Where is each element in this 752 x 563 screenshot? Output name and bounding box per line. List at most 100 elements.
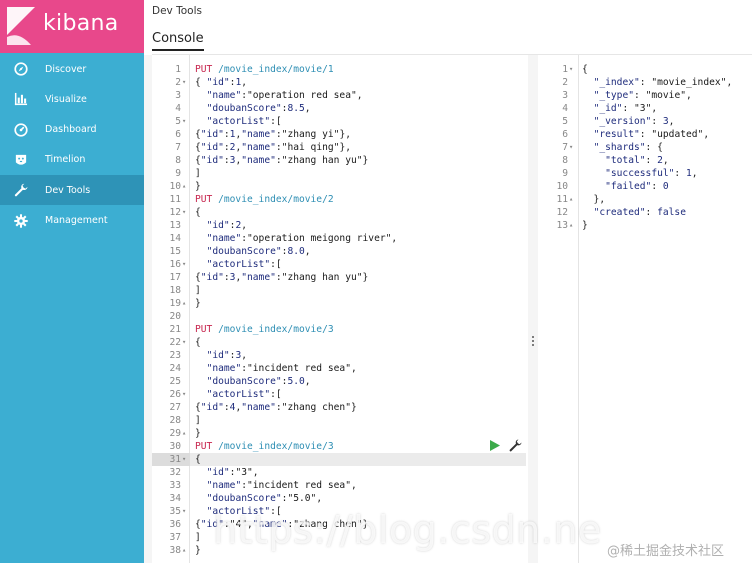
fold-toggle-icon[interactable]: ▴ xyxy=(569,193,573,206)
tab-console[interactable]: Console xyxy=(152,31,204,51)
editor-line[interactable]: 3 "name":"operation red sea", xyxy=(152,89,526,102)
output-line[interactable]: 9 "successful": 1, xyxy=(539,167,752,180)
editor-line[interactable]: 6 {"id":1,"name":"zhang yi"}, xyxy=(152,128,526,141)
sidebar-item-discover[interactable]: Discover xyxy=(0,54,144,84)
editor-line[interactable]: 7 {"id":2,"name":"hai qing"}, xyxy=(152,141,526,154)
fold-toggle-icon[interactable]: ▾ xyxy=(182,115,186,128)
editor-line[interactable]: 4 "doubanScore":8.5, xyxy=(152,102,526,115)
editor-line[interactable]: 2 ▾ { "id":1, xyxy=(152,76,526,89)
response-output[interactable]: 1 ▾{2 "_index": "movie_index", 3 "_type": … xyxy=(539,55,752,563)
output-line[interactable]: 13 ▴} xyxy=(539,219,752,232)
editor-line[interactable]: 14 "name":"operation meigong river", xyxy=(152,232,526,245)
code-text: "failed": 0 xyxy=(605,181,669,192)
editor-line[interactable]: 17 {"id":3,"name":"zhang han yu"} xyxy=(152,271,526,284)
output-line[interactable]: 7 ▾ "_shards": { xyxy=(539,141,752,154)
line-number: 3 xyxy=(175,90,181,101)
editor-line[interactable]: 33 "name":"incident red sea", xyxy=(152,479,526,492)
kibana-logo-icon xyxy=(7,7,35,45)
output-line[interactable]: 11 ▴ }, xyxy=(539,193,752,206)
editor-line[interactable]: 24 "name":"incident red sea", xyxy=(152,362,526,375)
editor-line[interactable]: 22 ▾ { xyxy=(152,336,526,349)
output-line[interactable]: 4 "_id": "3", xyxy=(539,102,752,115)
drag-handle-icon[interactable] xyxy=(531,335,535,347)
fold-toggle-icon[interactable]: ▾ xyxy=(182,388,186,401)
line-number: 21 xyxy=(169,324,181,335)
run-request-icon[interactable] xyxy=(490,440,500,451)
sidebar-item-visualize[interactable]: Visualize xyxy=(0,84,144,114)
editor-line[interactable]: 12 ▾ { xyxy=(152,206,526,219)
editor-line[interactable]: 16 ▾ "actorList":[ xyxy=(152,258,526,271)
editor-line[interactable]: 1 PUT /movie_index/movie/1 xyxy=(152,63,526,76)
fold-toggle-icon[interactable]: ▾ xyxy=(182,206,186,219)
page-title: Dev Tools xyxy=(152,5,202,17)
line-number: 19 xyxy=(169,298,181,309)
dashboard-icon xyxy=(13,122,28,137)
line-number: 36 xyxy=(169,519,181,530)
editor-line[interactable]: 28] xyxy=(152,414,526,427)
fold-toggle-icon[interactable]: ▴ xyxy=(569,219,573,232)
fold-toggle-icon[interactable]: ▾ xyxy=(182,336,186,349)
editor-line[interactable]: 15 "doubanScore":8.0, xyxy=(152,245,526,258)
fold-toggle-icon[interactable]: ▾ xyxy=(182,453,186,466)
sidebar-item-dashboard[interactable]: Dashboard xyxy=(0,115,144,145)
output-line[interactable]: 8 "total": 2, xyxy=(539,154,752,167)
editor-line[interactable]: 30 PUT /movie_index/movie/3 xyxy=(152,440,526,453)
output-line[interactable]: 10 "failed": 0 xyxy=(539,180,752,193)
editor-line[interactable]: 23 "id":3, xyxy=(152,349,526,362)
editor-line[interactable]: 5 ▾ "actorList":[ xyxy=(152,115,526,128)
editor-line[interactable]: 11 PUT /movie_index/movie/2 xyxy=(152,193,526,206)
editor-line[interactable]: 8 {"id":3,"name":"zhang han yu"} xyxy=(152,154,526,167)
line-number: 5 xyxy=(175,116,181,127)
editor-line[interactable]: 27 {"id":4,"name":"zhang chen"} xyxy=(152,401,526,414)
sidebar-item-timelion[interactable]: Timelion xyxy=(0,145,144,175)
output-line[interactable]: 3 "_type": "movie", xyxy=(539,89,752,102)
pane-resizer[interactable] xyxy=(528,55,538,563)
code-text: ] xyxy=(195,415,201,426)
editor-line[interactable]: 13 "id":2, xyxy=(152,219,526,232)
fold-toggle-icon[interactable]: ▾ xyxy=(569,141,573,154)
line-number: 30 xyxy=(169,441,181,452)
kibana-logo[interactable]: kibana xyxy=(0,0,144,53)
sidebar-item-label: Dev Tools xyxy=(45,184,91,196)
editor-line[interactable]: 21 PUT /movie_index/movie/3 xyxy=(152,323,526,336)
fold-toggle-icon[interactable]: ▴ xyxy=(182,297,186,310)
line-number: 13 xyxy=(169,220,181,231)
editor-line[interactable]: 26 ▾ "actorList":[ xyxy=(152,388,526,401)
fold-toggle-icon[interactable]: ▾ xyxy=(182,258,186,271)
line-number: 7 xyxy=(175,142,181,153)
fold-toggle-icon[interactable]: ▴ xyxy=(182,180,186,193)
output-line[interactable]: 2 "_index": "movie_index", xyxy=(539,76,752,89)
editor-line[interactable]: 9] xyxy=(152,167,526,180)
fold-toggle-icon[interactable]: ▾ xyxy=(569,63,573,76)
output-line[interactable]: 1 ▾ { xyxy=(539,63,752,76)
code-text: "doubanScore":"5.0", xyxy=(206,493,323,504)
output-line[interactable]: 5 "_version": 3, xyxy=(539,115,752,128)
editor-line[interactable]: 34 "doubanScore":"5.0", xyxy=(152,492,526,505)
line-number: 34 xyxy=(169,493,181,504)
output-line[interactable]: 6 "result": "updated", xyxy=(539,128,752,141)
wrench-icon xyxy=(13,183,28,198)
editor-line[interactable]: 10 ▴} xyxy=(152,180,526,193)
code-text: "name":"operation red sea", xyxy=(206,90,363,101)
editor-line[interactable]: 20 xyxy=(152,310,526,323)
sidebar-item-label: Management xyxy=(45,215,108,226)
code-text: "name":"incident red sea", xyxy=(206,363,357,374)
wrench-icon[interactable] xyxy=(509,439,522,452)
fold-toggle-icon[interactable]: ▾ xyxy=(182,76,186,89)
editor-line[interactable]: 32 "id":"3", xyxy=(152,466,526,479)
code-text: } xyxy=(582,220,588,231)
output-line[interactable]: 12 "created": false xyxy=(539,206,752,219)
editor-line[interactable]: 25 "doubanScore":5.0, xyxy=(152,375,526,388)
request-editor[interactable]: 1 PUT /movie_index/movie/1 2 ▾{ "id":1, 3 "n… xyxy=(152,55,526,563)
code-text: "id":"3", xyxy=(206,467,259,478)
line-number: 2 xyxy=(175,77,181,88)
fold-toggle-icon[interactable]: ▾ xyxy=(182,505,186,518)
sidebar-item-dev-tools[interactable]: Dev Tools xyxy=(0,175,144,206)
editor-line[interactable]: 19 ▴} xyxy=(152,297,526,310)
fold-toggle-icon[interactable]: ▴ xyxy=(182,544,186,557)
editor-line[interactable]: 31 ▾ { xyxy=(152,453,526,466)
editor-line[interactable]: 29 ▴} xyxy=(152,427,526,440)
sidebar-item-management[interactable]: Management xyxy=(0,206,144,236)
editor-line[interactable]: 18] xyxy=(152,284,526,297)
fold-toggle-icon[interactable]: ▴ xyxy=(182,427,186,440)
